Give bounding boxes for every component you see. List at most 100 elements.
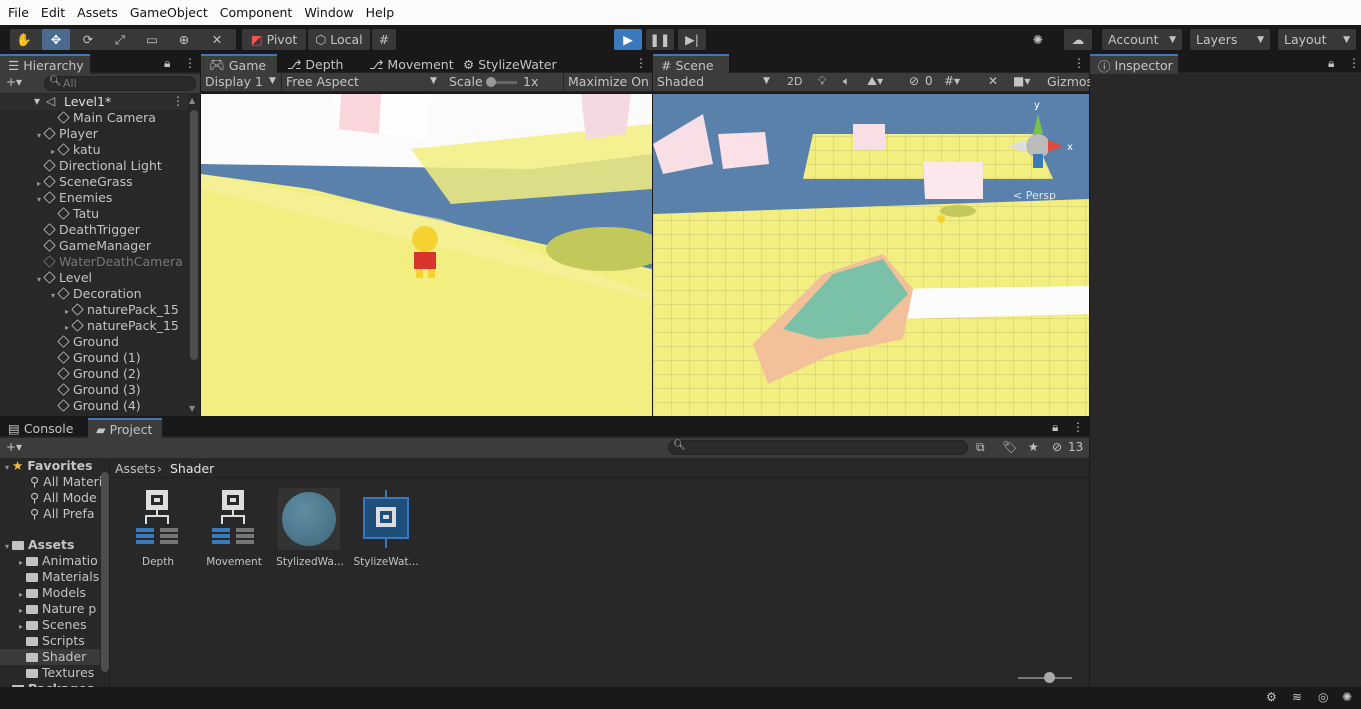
hierarchy-search-input[interactable]: 🔍︎ All (44, 76, 196, 91)
hierarchy-item[interactable]: GameManager (34, 238, 151, 254)
game-viewport[interactable] (201, 94, 652, 416)
menu-gameobject[interactable]: GameObject (126, 5, 212, 20)
menu-window[interactable]: Window (300, 5, 357, 20)
grid-toggle-icon[interactable]: #▾ (944, 74, 960, 88)
cache-icon[interactable]: ≋ (1292, 690, 1302, 704)
assets-folder[interactable]: Shader (0, 649, 100, 665)
more-options-icon[interactable]: ⋮ (1072, 420, 1084, 434)
asset-file[interactable]: Movement (200, 488, 268, 570)
lock-icon[interactable]: 🔒︎ (1328, 56, 1334, 71)
expand-arrow-icon[interactable]: ▾ (34, 272, 44, 288)
favorites-item[interactable]: ⚲ All Prefa (30, 506, 95, 522)
menu-component[interactable]: Component (216, 5, 297, 20)
hidden-packages-icon[interactable]: ⊘ (1052, 440, 1062, 454)
menu-file[interactable]: File (4, 5, 33, 20)
assets-header[interactable]: ▾ Assets (2, 537, 74, 553)
favorites-item[interactable]: ⚲ All Materi (30, 474, 102, 490)
rotate-tool-icon[interactable]: ⟳ (74, 29, 102, 50)
expand-arrow-icon[interactable]: ▾ (48, 288, 58, 304)
more-options-icon[interactable]: ⋮ (1073, 56, 1085, 70)
scene-menu-icon[interactable]: ⋮ (172, 94, 184, 108)
hierarchy-item[interactable]: DeathTrigger (34, 222, 140, 238)
grid-snap-icon[interactable]: # (372, 29, 396, 50)
debug-icon[interactable]: ⚙ (1266, 690, 1277, 704)
custom-tool-icon[interactable]: ✕ (202, 29, 232, 50)
play-button[interactable]: ▶ (614, 29, 642, 50)
hierarchy-item[interactable]: Ground (4) (48, 398, 141, 414)
hierarchy-item[interactable]: ▸ katu (48, 142, 101, 158)
expand-arrow-icon[interactable]: ▾ (2, 460, 12, 476)
rect-tool-icon[interactable]: ▭ (138, 29, 166, 50)
hierarchy-item[interactable]: Tatu (48, 206, 99, 222)
assets-folder[interactable]: Scripts (16, 633, 85, 649)
more-options-icon[interactable]: ⋮ (635, 56, 647, 70)
lighting-icon[interactable]: 💡︎ (818, 74, 826, 89)
hierarchy-item[interactable]: ▾ Decoration (48, 286, 142, 302)
expand-arrow-icon[interactable]: ▾ (34, 94, 40, 108)
more-options-icon[interactable]: ⋮ (184, 56, 196, 70)
expand-arrow-icon[interactable]: ▾ (34, 128, 44, 144)
asset-file[interactable]: StylizedWa... (276, 488, 344, 570)
layers-dropdown[interactable]: Layers ▼ (1190, 29, 1270, 50)
assets-folder[interactable]: Textures (16, 665, 94, 681)
hierarchy-item[interactable]: ▾ Level (34, 270, 92, 286)
menu-help[interactable]: Help (362, 5, 399, 20)
hierarchy-item[interactable]: WaterDeathCamera (34, 254, 183, 270)
step-button[interactable]: ▶| (678, 29, 706, 50)
auto-generate-lighting-icon[interactable]: ◎ (1318, 690, 1328, 704)
pivot-toggle[interactable]: ◩ Pivot (242, 29, 306, 50)
expand-arrow-icon[interactable]: ▾ (2, 539, 12, 555)
tab-inspector[interactable]: ⓘ Inspector (1090, 54, 1178, 74)
shading-dropdown[interactable]: Shaded ▼ (657, 74, 773, 89)
asset-file[interactable]: Depth (124, 488, 192, 570)
menu-edit[interactable]: Edit (37, 5, 69, 20)
maximize-on-play-toggle[interactable]: Maximize On P (568, 74, 660, 89)
more-options-icon[interactable]: ⋮ (1348, 56, 1360, 70)
audio-icon[interactable]: 🔈︎ (843, 74, 850, 89)
hierarchy-item[interactable]: Directional Light (34, 158, 162, 174)
camera-icon[interactable]: ■▾ (1013, 74, 1030, 88)
scale-slider-handle[interactable] (486, 77, 496, 87)
layout-dropdown[interactable]: Layout ▼ (1278, 29, 1356, 50)
lock-icon[interactable]: 🔒︎ (164, 56, 170, 71)
favorites-star-icon[interactable]: ★ (1028, 440, 1039, 454)
favorites-header[interactable]: ▾ ★ Favorites (2, 458, 93, 474)
hidden-objects-icon[interactable]: ⊘ (909, 74, 919, 88)
hierarchy-item[interactable]: Ground (48, 334, 119, 350)
persp-label[interactable]: < Persp (1013, 189, 1056, 202)
scene-header-row[interactable]: ▾ ◁ Level1* ⋮ (0, 94, 188, 110)
hierarchy-item[interactable]: ▾ Player (34, 126, 98, 142)
folder-tree-scrollbar[interactable] (101, 472, 109, 672)
services-icon[interactable]: ✺ (1026, 29, 1050, 50)
tab-game[interactable]: 🎮︎ Game (201, 54, 277, 74)
local-toggle[interactable]: ⬡ Local (308, 29, 370, 50)
hierarchy-scrollbar[interactable] (190, 110, 198, 360)
cloud-icon[interactable]: ☁ (1064, 29, 1092, 50)
move-tool-icon[interactable]: ✥ (42, 29, 70, 50)
project-search-input[interactable]: 🔍︎ (668, 440, 968, 455)
tab-movement[interactable]: ⎇ Movement (361, 54, 461, 74)
scroll-down-icon[interactable]: ▼ (189, 404, 195, 413)
aspect-dropdown[interactable]: Free Aspect ▼ (286, 74, 440, 89)
display-dropdown[interactable]: Display 1 ▼ (205, 74, 281, 89)
expand-arrow-icon[interactable]: ▾ (34, 192, 44, 208)
icon-size-slider-handle[interactable] (1044, 672, 1055, 683)
tab-scene[interactable]: # Scene (653, 54, 729, 74)
search-by-type-icon[interactable]: ⧉ (976, 440, 985, 455)
add-icon[interactable]: +▾ (6, 75, 22, 89)
hierarchy-item[interactable]: ▸ SceneGrass (34, 174, 133, 190)
tab-console[interactable]: ▤ Console (0, 418, 86, 438)
pause-button[interactable]: ❚❚ (646, 29, 674, 50)
breadcrumb-assets[interactable]: Assets (115, 461, 156, 476)
hierarchy-item[interactable]: ▸ naturePack_15 (62, 318, 179, 334)
favorites-item[interactable]: ⚲ All Mode (30, 490, 97, 506)
progress-icon[interactable]: ✺ (1342, 690, 1352, 704)
lock-icon[interactable]: 🔒︎ (1052, 420, 1058, 435)
menu-assets[interactable]: Assets (73, 5, 122, 20)
assets-folder[interactable]: Materials (16, 569, 99, 585)
hierarchy-item[interactable]: Main Camera (48, 110, 156, 126)
gizmos-dropdown[interactable]: Gizmos (1047, 74, 1093, 89)
scale-tool-icon[interactable]: ⤢ (106, 29, 134, 50)
add-icon[interactable]: +▾ (6, 440, 22, 454)
hand-tool-icon[interactable]: ✋ (10, 29, 38, 50)
